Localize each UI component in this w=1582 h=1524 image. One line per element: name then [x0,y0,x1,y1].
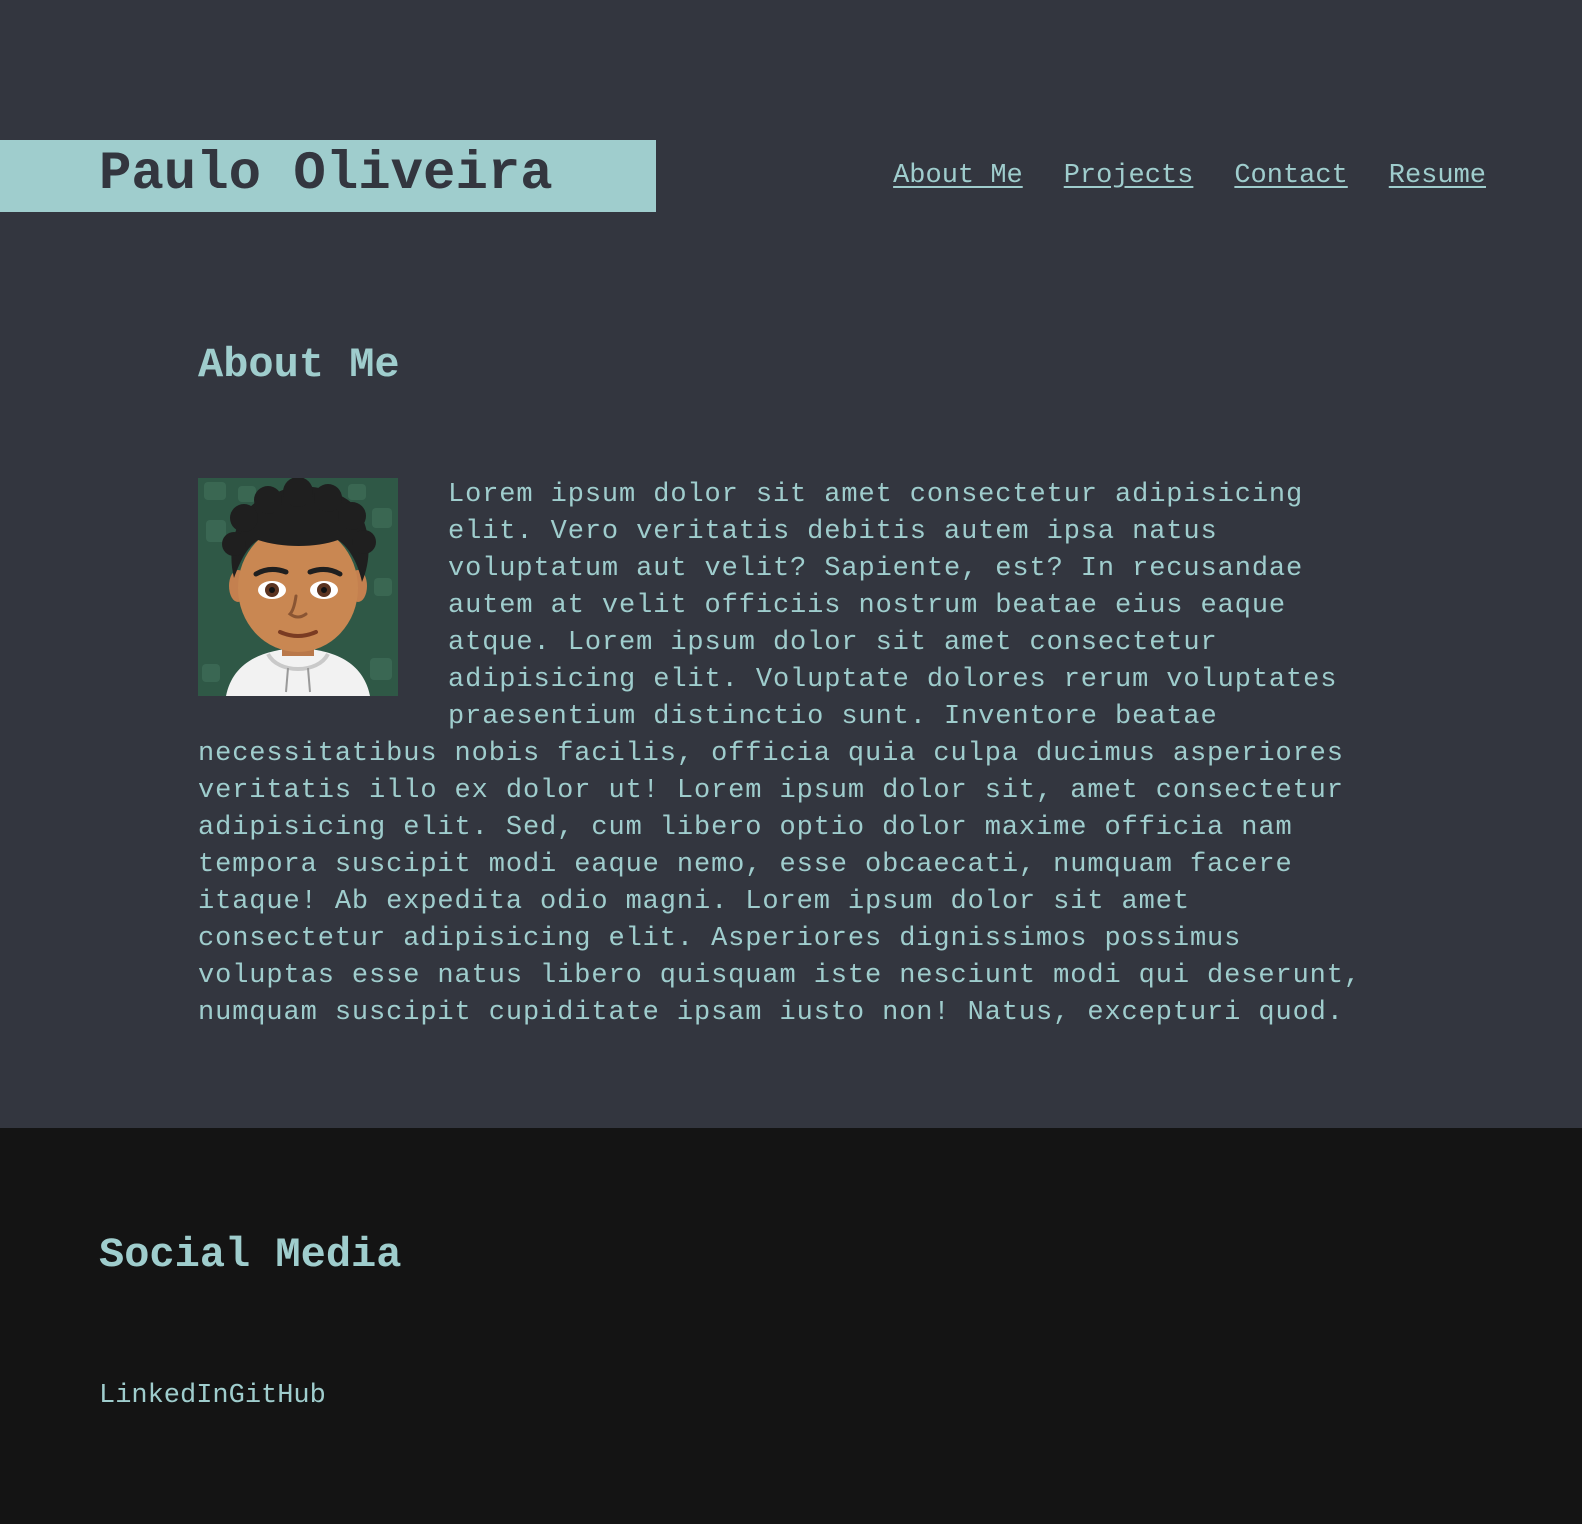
nav-link-projects[interactable]: Projects [1064,158,1194,194]
nav-link-resume[interactable]: Resume [1389,158,1486,194]
linkedin-link[interactable]: LinkedIn [99,1381,229,1411]
github-link[interactable]: GitHub [229,1381,326,1411]
social-media-title: Social Media [99,1231,402,1279]
nav-link-contact[interactable]: Contact [1234,158,1347,194]
about-body: Lorem ipsum dolor sit amet consectetur a… [198,477,1378,1032]
bitmoji-avatar-icon [198,478,398,696]
site-header: Paulo Oliveira About Me Projects Contact… [0,140,1582,212]
about-title: About Me [198,341,400,389]
avatar-image [198,478,398,696]
social-links: LinkedInGitHub [99,1378,326,1414]
name-banner: Paulo Oliveira [0,140,656,212]
site-footer: Social Media LinkedInGitHub [0,1128,1582,1524]
site-title: Paulo Oliveira [99,144,553,205]
main-nav: About Me Projects Contact Resume [893,158,1486,194]
about-section: About Me Lorem ipsum dolor sit amet cons… [198,330,1378,1032]
nav-link-about-me[interactable]: About Me [893,158,1023,194]
